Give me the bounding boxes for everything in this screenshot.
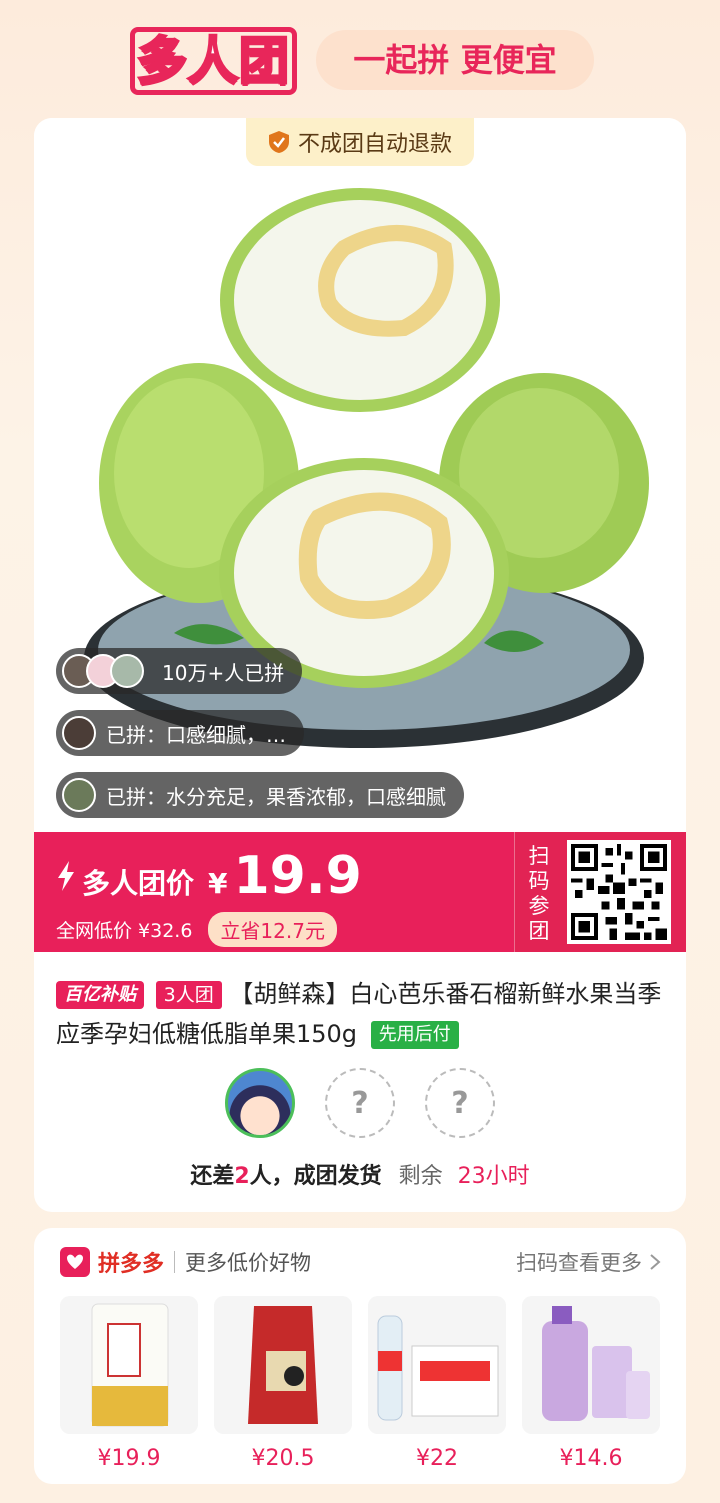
avatar [62,716,96,750]
page-title: 多人团 [120,26,307,96]
goods-item[interactable]: ¥22 [368,1296,506,1471]
scan-to-join[interactable]: 扫码参团 [514,832,686,952]
empty-slot[interactable]: ? [325,1068,395,1138]
goods-list: ¥19.9 ¥20.5 ¥22 ¥14.6 [60,1296,660,1471]
empty-slot[interactable]: ? [425,1068,495,1138]
more-goods-header: 拼多多 更多低价好物 扫码查看更多 [60,1246,662,1278]
price-bar: 多人团价 ¥ 19.9 全网低价 ¥32.6 立省12.7元 扫码参团 [34,832,686,952]
avatar [110,654,144,688]
joiners-list: 10万+人已拼 已拼：口感细腻，… 已拼：水分充足，果香浓郁，口感细腻 [56,648,464,834]
joined-count-pill[interactable]: 10万+人已拼 [56,648,303,694]
review-text: 已拼：水分充足，果香浓郁，口感细腻 [106,784,446,809]
product-title: 【胡鲜森】白心芭乐番石榴新鲜水果当季应季孕妇低糖低脂单果150g [56,980,662,1048]
group-member-avatar [225,1068,295,1138]
softener-bottle-icon [522,1296,660,1434]
status-main: 还差2人，成团发货 [190,1164,382,1189]
subsidy-tag: 百亿补贴 [56,981,144,1009]
goods-item[interactable]: ¥20.5 [214,1296,352,1471]
goods-price: ¥14.6 [559,1446,623,1471]
product-title-block[interactable]: 百亿补贴 3人团 【胡鲜森】白心芭乐番石榴新鲜水果当季应季孕妇低糖低脂单果150… [56,974,666,1054]
currency-symbol: ¥ [208,867,228,900]
price-label: 多人团价 [82,867,195,900]
divider [174,1251,176,1273]
chevron-right-icon [650,1254,661,1270]
refund-badge-text: 不成团自动退款 [297,132,452,157]
pinduoduo-logo-icon [60,1247,90,1277]
goods-price: ¥22 [416,1446,458,1471]
group-status: 还差2人，成团发货 剩余 23小时 [34,1158,686,1190]
qr-code-icon[interactable] [567,840,671,944]
price-line: 多人团价 ¥ 19.9 [56,846,362,906]
price-info: 多人团价 ¥ 19.9 全网低价 ¥32.6 立省12.7元 [56,846,362,947]
status-count: 2 [234,1164,250,1189]
goods-price: ¥20.5 [251,1446,315,1471]
goods-price: ¥19.9 [97,1446,161,1471]
water-bottles-icon [368,1296,506,1434]
save-badge: 立省12.7元 [208,912,337,947]
group-price: 19.9 [233,846,362,906]
refund-badge: 不成团自动退款 [246,118,474,166]
brand-name: 拼多多 [98,1252,165,1277]
scan-more-link[interactable]: 扫码查看更多 [516,1247,662,1277]
market-price: 全网低价 ¥32.6 [56,920,193,942]
goods-item[interactable]: ¥19.9 [60,1296,198,1471]
group-size-tag: 3人团 [155,981,222,1009]
header: 多人团 一起拼 更便宜 [0,0,720,118]
remaining-time: 23小时 [457,1164,530,1189]
pay-later-tag: 先用后付 [370,1021,459,1049]
more-description: 更多低价好物 [185,1251,312,1275]
product-card[interactable]: 不成团自动退款 10万+人已拼 已拼：口感细腻，… 已拼：水分充足，果香浓郁，口… [34,118,686,1212]
rice-bag-icon [214,1296,352,1434]
avatar-stack [62,654,144,688]
price-sub-line: 全网低价 ¥32.6 立省12.7元 [56,912,362,947]
more-goods-card: 拼多多 更多低价好物 扫码查看更多 ¥19.9 ¥20.5 ¥22 ¥14.6 [34,1228,686,1484]
lightning-icon [58,861,74,891]
review-pill[interactable]: 已拼：水分充足，果香浓郁，口感细腻 [56,772,464,818]
review-pill[interactable]: 已拼：口感细腻，… [56,710,304,756]
goods-item[interactable]: ¥14.6 [522,1296,660,1471]
joined-count-text: 10万+人已拼 [162,660,285,685]
flour-bag-icon [60,1296,198,1434]
review-text: 已拼：口感细腻，… [106,722,286,747]
remaining-label: 剩余 [398,1164,443,1189]
page: 多人团 一起拼 更便宜 不成团自动退款 10万+人已拼 已拼：口感细腻，… 已拼… [0,0,720,1503]
scan-label: 扫码参团 [528,844,550,943]
shield-check-icon [268,131,289,153]
slogan-pill: 一起拼 更便宜 [316,30,594,90]
group-slots: ? ? [34,1068,686,1138]
avatar [62,778,96,812]
